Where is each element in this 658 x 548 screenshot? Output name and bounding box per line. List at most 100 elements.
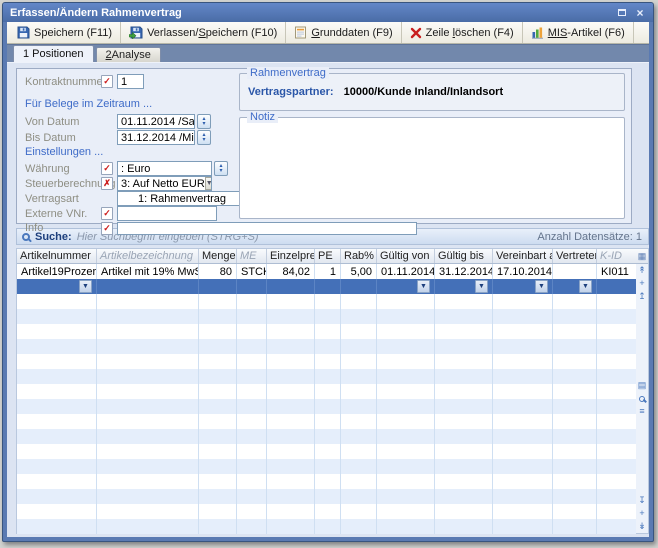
cell-artikelnummer xyxy=(17,504,97,519)
toolbar: Speichern (F11)Verlassen/Speichern (F10)… xyxy=(7,22,649,44)
cell-gultig-bis xyxy=(435,369,493,384)
column-header-rab[interactable]: Rab% xyxy=(341,249,377,263)
steuerberechnung-combobox[interactable]: 3: Auf Netto EUR ▼ xyxy=(117,176,212,191)
cell-menge xyxy=(199,339,237,354)
waehrung-combobox[interactable]: : Euro xyxy=(117,161,212,176)
cell-gultig-von xyxy=(377,399,435,414)
cell-einzelpreis: 84,02 xyxy=(267,264,315,279)
column-header-vereinbart-am[interactable]: Vereinbart am xyxy=(493,249,553,263)
restore-window-button[interactable] xyxy=(614,6,630,20)
cell-artikelnummer xyxy=(17,474,97,489)
window-title: Erfassen/Ändern Rahmenvertrag xyxy=(10,7,612,19)
append-row-icon[interactable]: + xyxy=(636,507,648,520)
cell-einzelpreis xyxy=(267,294,315,309)
field-check-icon[interactable]: ✓ xyxy=(101,75,113,88)
cell-artikelbezeichnung xyxy=(97,324,199,339)
cell-vereinbart-am xyxy=(493,414,553,429)
column-header-gultig-bis[interactable]: Gültig bis xyxy=(435,249,493,263)
toolbar-button-save-exit[interactable]: Verlassen/Speichern (F10) xyxy=(121,22,286,43)
scroll-top-icon[interactable]: ↟ xyxy=(636,264,648,277)
column-header-pe[interactable]: PE xyxy=(315,249,341,263)
info-input[interactable] xyxy=(117,222,417,235)
table-row-empty xyxy=(17,414,636,429)
toolbar-button-save[interactable]: Speichern (F11) xyxy=(9,22,121,43)
field-x-icon[interactable]: ✗ xyxy=(101,177,113,190)
bis-datum-input[interactable]: 31.12.2014 /Mi xyxy=(117,130,195,145)
column-header-artikelbezeichnung[interactable]: Artikelbezeichnung xyxy=(97,249,199,263)
cell-gultig-von xyxy=(377,354,435,369)
toolbar-button-basedata[interactable]: Grunddaten (F9) xyxy=(286,22,401,43)
cell-dropdown-button[interactable]: ▼ xyxy=(579,280,592,293)
column-header-vertreter[interactable]: Vertreter xyxy=(553,249,597,263)
cell-dropdown-button[interactable]: ▼ xyxy=(535,280,548,293)
cell-gultig-bis xyxy=(435,339,493,354)
dropdown-arrow-icon[interactable]: ▼ xyxy=(205,177,212,190)
cell-artikelbezeichnung: Artikel mit 19% MwSt. xyxy=(97,264,199,279)
close-window-button[interactable]: × xyxy=(632,6,648,20)
waehrung-spinner[interactable]: ▴▾ xyxy=(214,161,228,176)
cell-dropdown-button[interactable]: ▼ xyxy=(417,280,430,293)
cell-vereinbart-am xyxy=(493,309,553,324)
cell-menge xyxy=(199,459,237,474)
field-check-icon[interactable]: ✓ xyxy=(101,207,113,220)
column-header-menge[interactable]: Menge xyxy=(199,249,237,263)
kontraktnummer-input[interactable]: 1 xyxy=(117,74,144,89)
field-check-icon[interactable]: ✓ xyxy=(101,162,113,175)
cell-me xyxy=(237,444,267,459)
notiz-textarea[interactable] xyxy=(241,124,623,217)
bis-datum-spinner[interactable]: ▴▾ xyxy=(197,130,211,145)
von-datum-spinner[interactable]: ▴▾ xyxy=(197,114,211,129)
toolbar-button-mis-article[interactable]: MIS-Artikel (F6) xyxy=(523,22,634,43)
tab-positionen[interactable]: 1 Positionen xyxy=(13,45,94,62)
cell-einzelpreis xyxy=(267,399,315,414)
cell-rab xyxy=(341,444,377,459)
cell-pe xyxy=(315,294,341,309)
cell-gultig-bis xyxy=(435,519,493,534)
column-header-k-id[interactable]: K-ID xyxy=(597,249,637,263)
grid-properties-icon[interactable]: ▦ xyxy=(636,249,648,264)
cell-artikelnummer xyxy=(17,399,97,414)
column-header-artikelnummer[interactable]: Artikelnummer xyxy=(17,249,97,263)
scroll-bottom-icon[interactable]: ↡ xyxy=(636,520,648,533)
cell-rab xyxy=(341,369,377,384)
grid-search-icon[interactable] xyxy=(636,392,648,405)
scroll-up-icon[interactable]: ↥ xyxy=(636,290,648,303)
table-row-empty xyxy=(17,384,636,399)
steuerberechnung-label: Steuerberechnung xyxy=(25,178,101,190)
cell-gultig-bis xyxy=(435,459,493,474)
toolbar-button-delete-row[interactable]: Zeile löschen (F4) xyxy=(402,22,523,43)
cell-vertreter xyxy=(553,414,597,429)
column-header-me[interactable]: ME xyxy=(237,249,267,263)
von-datum-input[interactable]: 01.11.2014 /Sa xyxy=(117,114,195,129)
column-header-einzelpreis[interactable]: Einzelpreis xyxy=(267,249,315,263)
cell-menge xyxy=(199,369,237,384)
scroll-down-icon[interactable]: ↧ xyxy=(636,494,648,507)
cell-k-id xyxy=(597,354,637,369)
externe-vnr-input[interactable] xyxy=(117,206,217,221)
grid-filter-icon[interactable]: ≡ xyxy=(636,405,648,418)
cell-rab xyxy=(341,414,377,429)
record-count: Anzahl Datensätze: 1 xyxy=(537,231,642,243)
cell-k-id xyxy=(597,519,637,534)
cell-rab xyxy=(341,339,377,354)
insert-row-icon[interactable]: + xyxy=(636,277,648,290)
cell-menge xyxy=(199,279,237,294)
cell-rab xyxy=(341,474,377,489)
table-row-selected[interactable]: ▼ ▼ ▼ ▼ ▼ xyxy=(17,279,636,294)
tab-analyse[interactable]: 2 Analyse xyxy=(96,47,161,62)
table-row[interactable]: Artikel19ProzerArtikel mit 19% MwSt.80ST… xyxy=(17,264,636,279)
column-header-gultig-von[interactable]: Gültig von xyxy=(377,249,435,263)
cell-gultig-von xyxy=(377,309,435,324)
cell-me xyxy=(237,429,267,444)
delete-row-icon xyxy=(410,27,422,39)
table-row-empty xyxy=(17,309,636,324)
cell-menge xyxy=(199,504,237,519)
field-check-icon[interactable]: ✓ xyxy=(101,222,113,235)
kontraktnummer-label: Kontraktnummer xyxy=(25,76,101,88)
column-chooser-icon[interactable]: ▤ xyxy=(636,379,648,392)
cell-einzelpreis xyxy=(267,414,315,429)
cell-dropdown-button[interactable]: ▼ xyxy=(475,280,488,293)
cell-dropdown-button[interactable]: ▼ xyxy=(79,280,92,293)
table-row-empty xyxy=(17,474,636,489)
cell-menge xyxy=(199,489,237,504)
